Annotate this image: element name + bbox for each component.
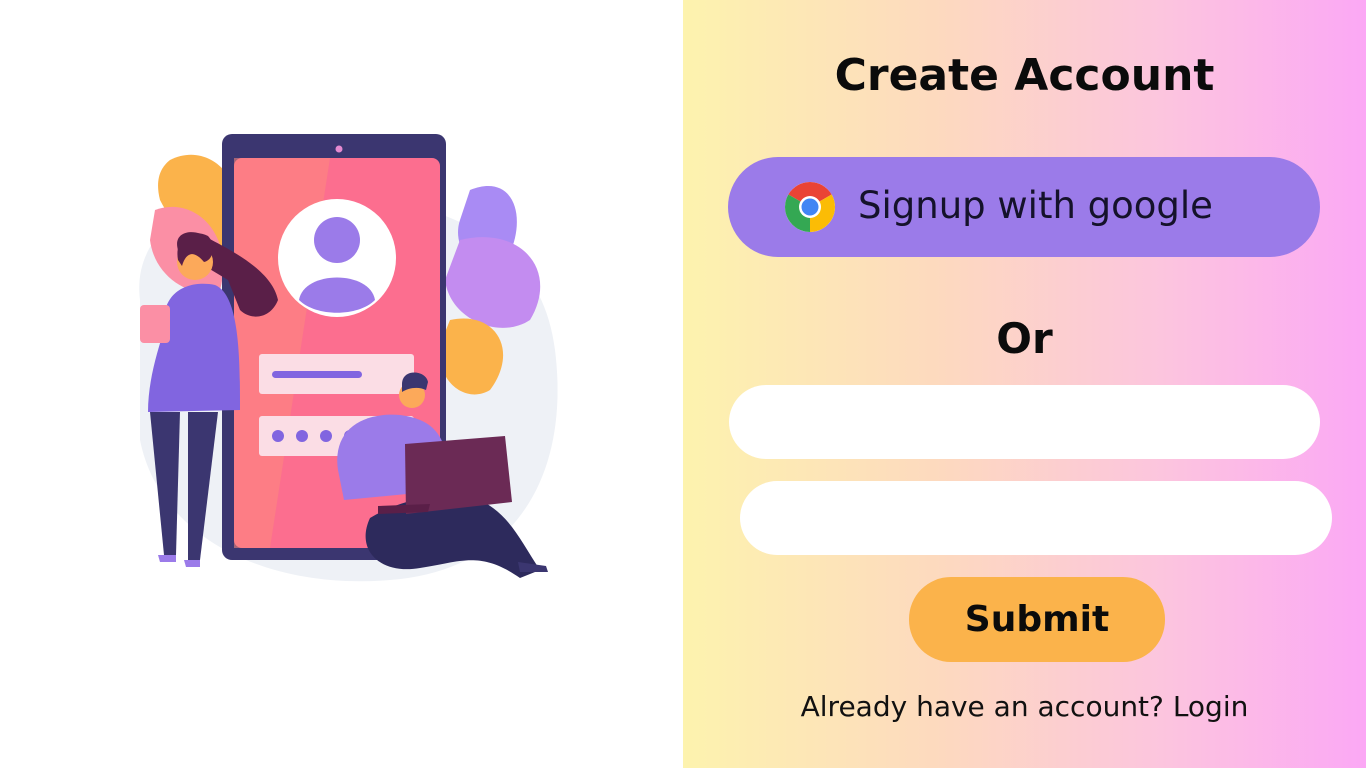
signup-field-2[interactable] (740, 481, 1332, 555)
login-prompt-text: Already have an account? (800, 690, 1164, 723)
signup-panel: Create Account Signup with google Or Sub… (683, 0, 1366, 768)
login-prompt: Already have an account? Login (683, 690, 1366, 723)
signup-field-1[interactable] (729, 385, 1320, 459)
submit-button[interactable]: Submit (909, 577, 1165, 662)
login-link[interactable]: Login (1173, 690, 1249, 723)
or-separator: Or (996, 314, 1053, 363)
left-panel (0, 0, 683, 768)
signup-illustration (139, 134, 558, 582)
chrome-icon (785, 182, 835, 232)
google-signup-button[interactable]: Signup with google (728, 157, 1320, 257)
google-signup-label: Signup with google (858, 184, 1213, 227)
page-title: Create Account (834, 50, 1215, 101)
